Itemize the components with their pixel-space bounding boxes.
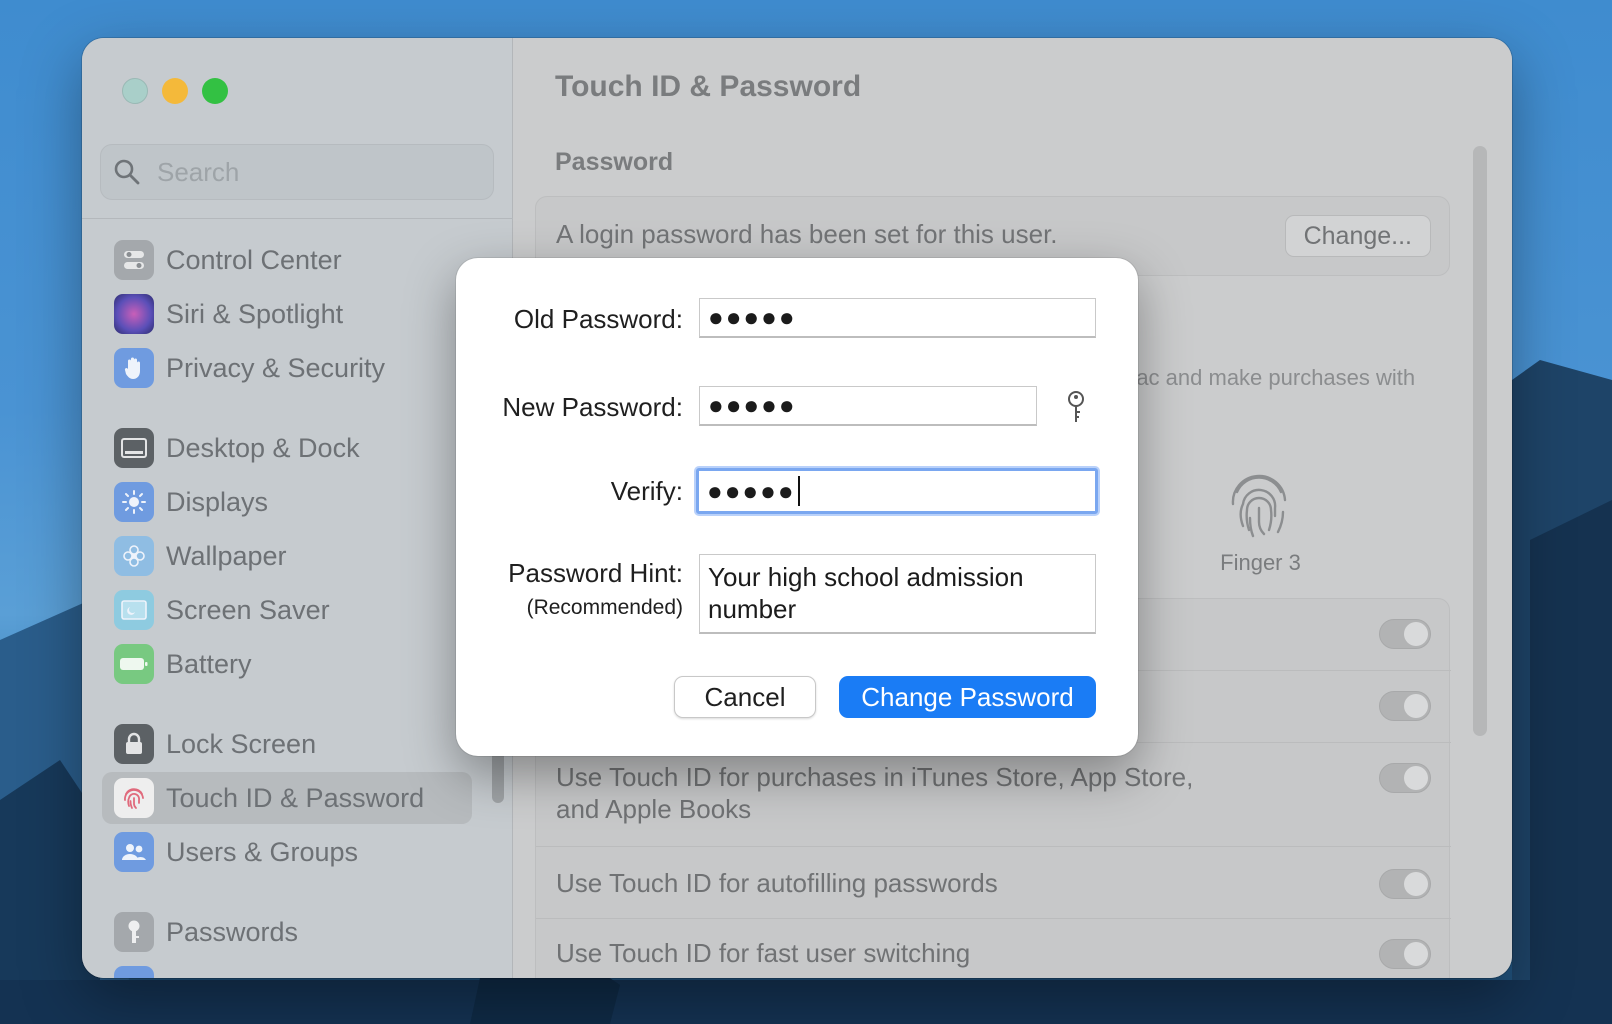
search-input[interactable]: Search: [100, 144, 494, 200]
sun-icon: [114, 482, 154, 522]
sidebar-item-users-groups[interactable]: Users & Groups: [102, 826, 462, 878]
old-password-field[interactable]: ●●●●●: [699, 298, 1096, 338]
old-password-label: Old Password:: [513, 304, 683, 334]
sidebar-item-label: Battery: [166, 648, 252, 679]
users-icon: [114, 832, 154, 872]
password-hint-label: Password Hint:: [508, 558, 683, 588]
settings-row-purchases: Use Touch ID for purchases in iTunes Sto…: [536, 743, 1451, 847]
change-password-submit-button[interactable]: Change Password: [839, 676, 1096, 718]
fingerprint-icon[interactable]: [1225, 468, 1293, 540]
siri-icon: [114, 294, 154, 334]
password-assistant-key-icon[interactable]: [1063, 390, 1089, 426]
sidebar-item-desktop-dock[interactable]: Desktop & Dock: [102, 422, 462, 474]
row-label: Use Touch ID for fast user switching: [556, 938, 971, 968]
sidebar-item-siri-spotlight[interactable]: Siri & Spotlight: [102, 288, 462, 340]
verify-password-field[interactable]: ●●●●●: [696, 468, 1098, 514]
row-label: Use Touch ID for purchases in iTunes Sto…: [556, 762, 1194, 824]
sidebar-item-label: Screen Saver: [166, 594, 330, 625]
toggle-switch[interactable]: [1379, 691, 1431, 721]
sidebar-item-label: Siri & Spotlight: [166, 298, 344, 329]
sidebar: Search Control Center Siri & Spotlight P…: [82, 38, 513, 978]
toggle-switch[interactable]: [1379, 619, 1431, 649]
change-password-button[interactable]: Change...: [1284, 215, 1431, 257]
sidebar-item-partial[interactable]: [102, 960, 462, 978]
flower-icon: [114, 536, 154, 576]
screen-saver-icon: [114, 590, 154, 630]
search-placeholder: Search: [157, 156, 240, 187]
sidebar-item-displays[interactable]: Displays: [102, 476, 462, 528]
hand-icon: [114, 348, 154, 388]
toggle-switch[interactable]: [1379, 763, 1431, 793]
password-status-text: A login password has been set for this u…: [556, 219, 1058, 249]
page-title: Touch ID & Password: [555, 70, 862, 103]
toggle-switch[interactable]: [1379, 869, 1431, 899]
sidebar-item-screen-saver[interactable]: Screen Saver: [102, 584, 462, 636]
sidebar-item-battery[interactable]: Battery: [102, 638, 462, 690]
lock-icon: [114, 724, 154, 764]
row-label: Use Touch ID for autofilling passwords: [556, 868, 998, 898]
sidebar-item-lock-screen[interactable]: Lock Screen: [102, 718, 462, 770]
sidebar-item-label: Users & Groups: [166, 836, 359, 867]
sidebar-item-label: Touch ID & Password: [166, 782, 425, 813]
sidebar-list: Control Center Siri & Spotlight Privacy …: [82, 218, 513, 978]
sidebar-item-label: Displays: [166, 486, 269, 517]
main-scrollbar[interactable]: [1473, 146, 1487, 736]
new-password-field[interactable]: ●●●●●: [699, 386, 1037, 426]
new-password-label: New Password:: [502, 392, 683, 422]
change-password-dialog: Old Password: ●●●●● New Password: ●●●●● …: [456, 258, 1138, 756]
sidebar-item-label: Desktop & Dock: [166, 432, 360, 463]
sidebar-item-label: Wallpaper: [166, 540, 287, 571]
battery-icon: [114, 644, 154, 684]
toggle-switch[interactable]: [1379, 939, 1431, 969]
fingerprint-icon: [114, 778, 154, 818]
maximize-window-button[interactable]: [202, 78, 228, 104]
control-center-icon: [114, 240, 154, 280]
sidebar-item-passwords[interactable]: Passwords: [102, 906, 462, 958]
search-icon: [114, 159, 140, 185]
traffic-lights: [122, 78, 228, 104]
text-caret: [797, 476, 800, 506]
verify-password-value: ●●●●●: [707, 475, 796, 506]
sidebar-item-wallpaper[interactable]: Wallpaper: [102, 530, 462, 582]
sidebar-item-control-center[interactable]: Control Center: [102, 234, 462, 286]
password-section-title: Password: [555, 148, 674, 176]
sidebar-item-label: Lock Screen: [166, 728, 317, 759]
touchid-description: Mac and make purchases with: [1118, 365, 1416, 390]
settings-row-autofill: Use Touch ID for autofilling passwords: [536, 847, 1451, 919]
sidebar-item-label: Control Center: [166, 244, 342, 275]
minimize-window-button[interactable]: [162, 78, 188, 104]
password-hint-sublabel: (Recommended): [526, 596, 683, 619]
sidebar-item-touch-id-password[interactable]: Touch ID & Password: [102, 772, 472, 824]
sidebar-item-label: Passwords: [166, 916, 299, 947]
close-window-button[interactable]: [122, 78, 148, 104]
sidebar-item-privacy-security[interactable]: Privacy & Security: [102, 342, 462, 394]
sidebar-item-label: Privacy & Security: [166, 352, 386, 383]
settings-row-user-switching: Use Touch ID for fast user switching: [536, 919, 1451, 978]
finger-label: Finger 3: [1220, 550, 1301, 575]
password-hint-field[interactable]: Your high school admission number: [699, 554, 1096, 634]
globe-icon: [114, 966, 154, 978]
key-icon: [114, 912, 154, 952]
dock-icon: [114, 428, 154, 468]
verify-label: Verify:: [610, 476, 683, 506]
cancel-button[interactable]: Cancel: [674, 676, 816, 718]
